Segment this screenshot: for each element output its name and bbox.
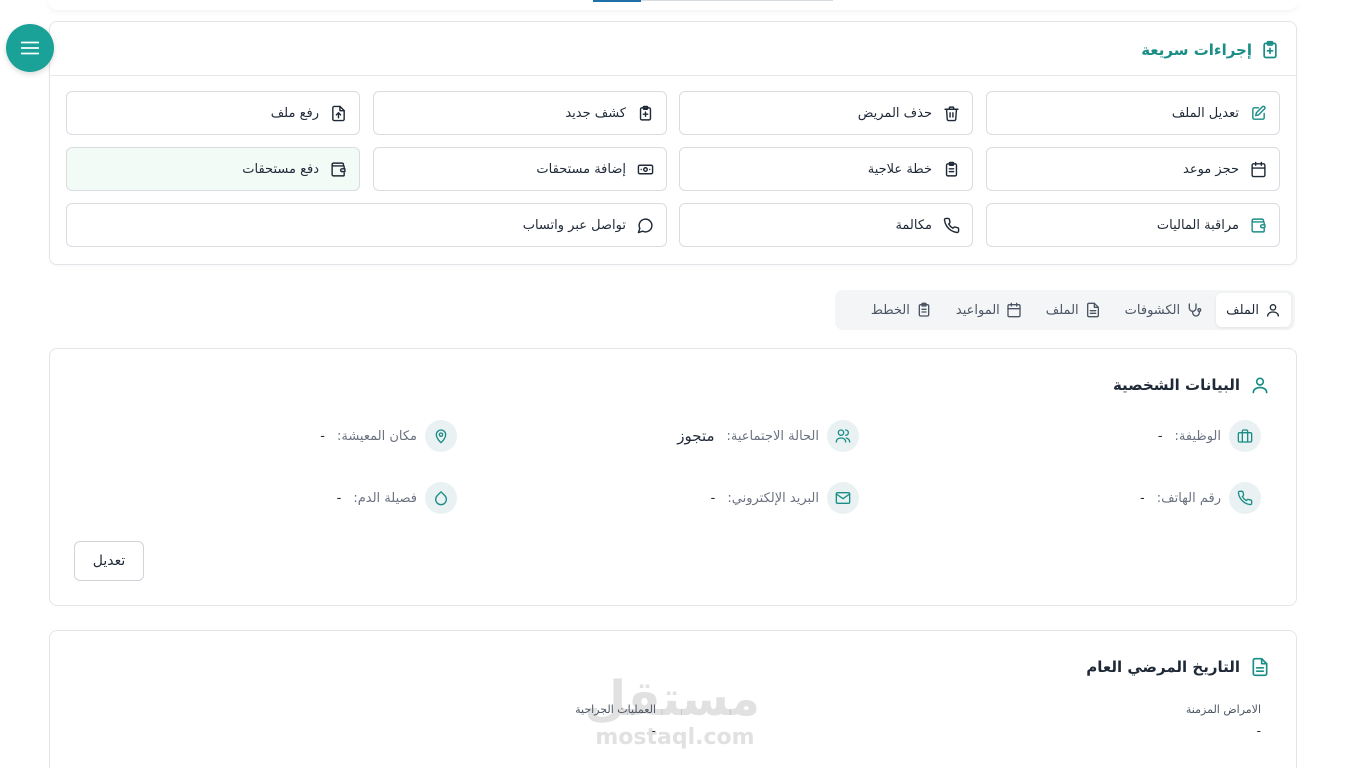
tab-appointments[interactable]: المواعيد	[946, 293, 1032, 327]
divider	[50, 75, 1296, 76]
whatsapp-button[interactable]: تواصل عبر واتساب	[66, 203, 667, 247]
pay-dues-button[interactable]: دفع مستحقات	[66, 147, 360, 191]
wallet-icon	[331, 162, 346, 177]
job-field: الوظيفة: -	[1158, 420, 1261, 452]
marital-status-field: الحالة الاجتماعية: متجوز	[677, 420, 859, 452]
new-examination-button[interactable]: كشف جديد	[373, 91, 667, 135]
wallet-icon	[1251, 218, 1266, 233]
monitor-finances-button[interactable]: مراقبة الماليات	[986, 203, 1280, 247]
trash-icon	[944, 106, 959, 122]
edit-button[interactable]: تعديل	[74, 541, 144, 581]
qa-label: كشف جديد	[565, 105, 626, 121]
qa-label: رفع ملف	[270, 105, 319, 121]
quick-actions-card: إجراءات سريعة تعديل الملف حذف المريض كشف…	[49, 21, 1297, 265]
surgeries-label: العمليات الجراحية	[575, 703, 656, 716]
email-field: البريد الإلكتروني: -	[711, 482, 859, 514]
file-upload-icon	[332, 105, 345, 122]
tab-profile[interactable]: الملف	[1216, 293, 1291, 327]
chronic-diseases-value: -	[1256, 724, 1261, 738]
qa-label: حذف المريض	[857, 105, 932, 121]
quick-actions-title: إجراءات سريعة	[1141, 41, 1252, 59]
residence-field: مكان المعيشة: -	[320, 420, 457, 452]
add-dues-button[interactable]: إضافة مستحقات	[373, 147, 667, 191]
file-text-icon	[1086, 302, 1099, 318]
chronic-diseases-label: الامراض المزمنة	[1185, 703, 1261, 716]
users-icon	[835, 429, 851, 443]
briefcase-icon	[1237, 429, 1253, 443]
section-title: البيانات الشخصية	[1112, 376, 1240, 394]
qa-label: مراقبة الماليات	[1156, 217, 1239, 233]
clipboard-list-icon	[945, 161, 958, 177]
tab-examinations[interactable]: الكشوفات	[1115, 293, 1212, 327]
medical-history-header: التاريخ المرضي العام	[1086, 657, 1270, 677]
user-icon	[1267, 304, 1279, 317]
droplet-icon	[435, 491, 447, 506]
quick-actions-header: إجراءات سريعة	[1141, 38, 1280, 62]
file-text-icon	[1252, 657, 1268, 677]
call-button[interactable]: مكالمة	[679, 203, 973, 247]
edit-profile-button[interactable]: تعديل الملف	[986, 91, 1280, 135]
surgeries-value: -	[651, 724, 656, 738]
medical-history-card: التاريخ المرضي العام الامراض المزمنة - ا…	[49, 630, 1297, 768]
qa-label: مكالمة	[895, 217, 932, 233]
profile-tabs: الملف الكشوفات الملف المواعيد الخطط	[835, 290, 1295, 330]
treatment-plan-button[interactable]: خطة علاجية	[679, 147, 973, 191]
tab-file[interactable]: الملف	[1036, 293, 1111, 327]
phone-icon	[1237, 490, 1253, 506]
user-icon	[1252, 377, 1268, 394]
phone-field: رقم الهاتف: -	[1140, 482, 1261, 514]
active-nav-indicator	[593, 0, 641, 2]
clipboard-plus-icon	[639, 105, 652, 121]
nav-track	[641, 0, 833, 1]
chat-bubble-icon	[637, 218, 653, 234]
map-pin-icon	[435, 429, 447, 444]
calendar-icon	[1251, 161, 1266, 178]
qa-label: دفع مستحقات	[242, 161, 319, 177]
qa-label: حجز موعد	[1183, 161, 1239, 177]
blood-type-field: فصيلة الدم: -	[337, 482, 457, 514]
stethoscope-icon	[1188, 303, 1202, 317]
personal-data-card: البيانات الشخصية الوظيفة: - الحالة الاجت…	[49, 348, 1297, 606]
qa-label: إضافة مستحقات	[536, 161, 626, 177]
section-title: التاريخ المرضي العام	[1086, 658, 1240, 676]
upload-file-button[interactable]: رفع ملف	[66, 91, 360, 135]
qa-label: تعديل الملف	[1171, 105, 1239, 121]
qa-label: تواصل عبر واتساب	[522, 217, 626, 233]
delete-patient-button[interactable]: حذف المريض	[679, 91, 973, 135]
banknote-icon	[637, 164, 654, 175]
calendar-icon	[1007, 302, 1021, 318]
qa-label: خطة علاجية	[867, 161, 932, 177]
personal-data-header: البيانات الشخصية	[1113, 375, 1270, 395]
pencil-square-icon	[1252, 105, 1266, 120]
menu-button[interactable]	[6, 24, 54, 72]
tab-plans[interactable]: الخطط	[861, 293, 942, 327]
clipboard-list-icon	[918, 302, 930, 317]
mail-icon	[835, 492, 851, 504]
phone-icon	[943, 217, 960, 234]
book-appointment-button[interactable]: حجز موعد	[986, 147, 1280, 191]
top-nav-strip	[48, 0, 1298, 10]
hamburger-menu-icon	[20, 41, 40, 55]
clipboard-plus-icon	[1263, 40, 1277, 59]
